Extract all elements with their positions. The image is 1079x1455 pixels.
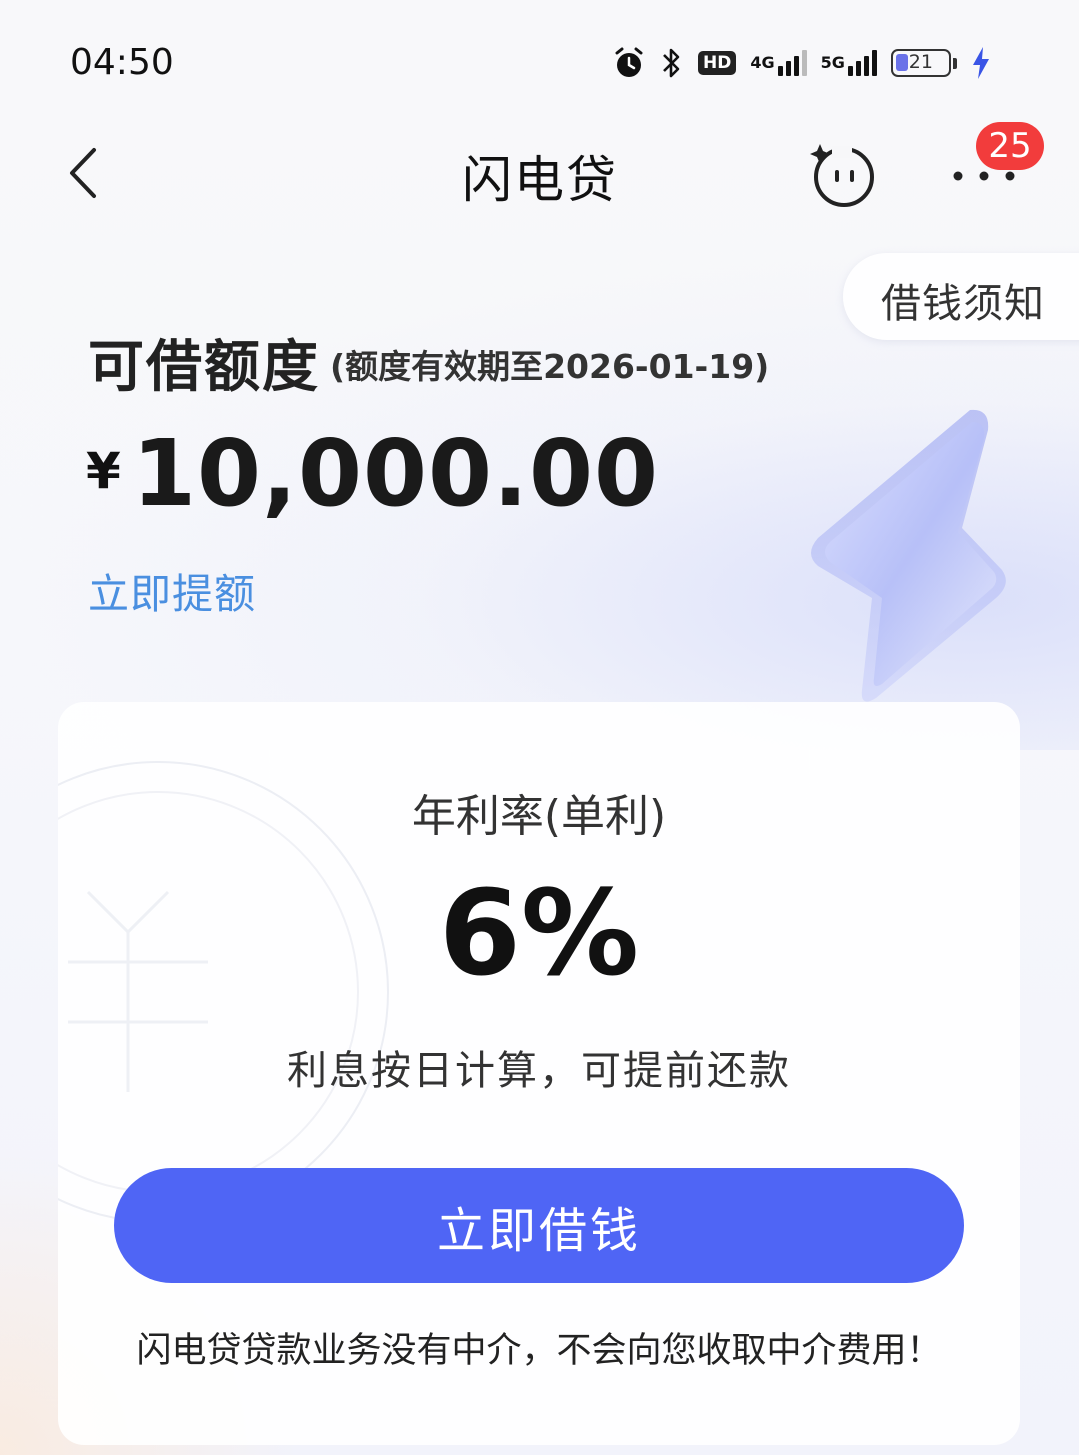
raise-limit-link[interactable]: 立即提额 [88,560,256,620]
currency-symbol: ¥ [86,442,121,500]
annual-rate-value: 6% [438,864,640,1002]
network-5g-label: 5G [820,53,845,72]
interest-note: 利息按日计算，可提前还款 [287,1048,791,1094]
loan-notice-label: 借钱须知 [881,281,1045,327]
loan-notice-button[interactable]: 借钱须知 [843,253,1079,340]
hd-voice-icon: HD [698,51,737,75]
borrow-now-button[interactable]: 立即借钱 [114,1168,964,1283]
alarm-icon [612,46,646,80]
chevron-left-icon [70,148,96,198]
page-title: 闪电贷 [462,151,618,209]
rate-card: 年利率(单利) 6% 利息按日计算，可提前还款 立即借钱 闪电贷贷款业务没有中介… [58,702,1020,1445]
back-button[interactable] [58,138,118,208]
battery-icon: 21 [890,49,957,77]
credit-validity: (额度有效期至2026-01-19) [330,347,770,386]
lightning-bolt-illustration [811,409,1006,702]
status-bar: 04:50 HD 4G 5G 21 [0,0,1079,120]
notification-badge: 25 [976,122,1044,170]
signal-5g-icon: 5G [821,50,877,76]
assistant-button[interactable] [806,140,878,210]
credit-limit-title: 可借额度 [88,335,320,400]
charging-icon [971,46,991,80]
robot-face-icon [810,144,874,207]
annual-rate-label: 年利率(单利) [411,791,667,842]
battery-level: 21 [908,51,933,73]
no-intermediary-disclaimer: 闪电贷贷款业务没有中介，不会向您收取中介费用！ [136,1331,942,1371]
status-time: 04:50 [70,42,174,83]
status-icons: HD 4G 5G 21 [612,42,991,84]
bluetooth-icon [660,45,684,81]
network-4g-label: 4G [750,53,775,72]
signal-4g-icon: 4G [750,50,807,76]
credit-amount: 10,000.00 [132,420,659,527]
